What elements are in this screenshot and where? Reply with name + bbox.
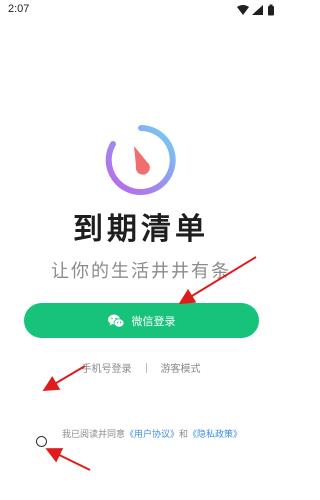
guest-mode-link[interactable]: 游客模式: [161, 360, 201, 375]
app-logo: [103, 122, 179, 198]
phone-login-link[interactable]: 手机号登录: [82, 360, 132, 375]
agreement-prefix: 我已阅读并同意: [62, 430, 126, 440]
login-screen: 2:07 到期清单 让你的生活井井有条 微信登录 手机号登录 游客模式 我已阅读…: [0, 0, 282, 500]
status-icons: [236, 4, 276, 16]
wechat-login-button[interactable]: 微信登录: [24, 303, 259, 338]
agreement-conjunction: 和: [179, 430, 189, 440]
wechat-login-label: 微信登录: [131, 314, 176, 328]
annotation-overlay: [42, 256, 257, 471]
user-agreement-link[interactable]: 《用户协议》: [125, 430, 179, 440]
app-title: 到期清单: [73, 212, 209, 247]
status-bar: 2:07: [0, 0, 282, 20]
status-time: 2:07: [8, 3, 30, 15]
signal-icon: [252, 5, 263, 15]
alt-login-options: 手机号登录 游客模式: [0, 360, 282, 375]
app-slogan: 让你的生活井井有条: [51, 261, 231, 282]
battery-icon: [268, 4, 274, 16]
agreement-checkbox[interactable]: [36, 436, 47, 447]
annotation-arrow-checkbox: [45, 448, 91, 471]
wechat-icon: [107, 314, 124, 328]
agreement-text: 我已阅读并同意《用户协议》和《隐私政策》: [62, 428, 262, 442]
privacy-policy-link[interactable]: 《隐私政策》: [188, 430, 242, 440]
divider: [145, 362, 147, 373]
wifi-icon: [237, 5, 249, 15]
